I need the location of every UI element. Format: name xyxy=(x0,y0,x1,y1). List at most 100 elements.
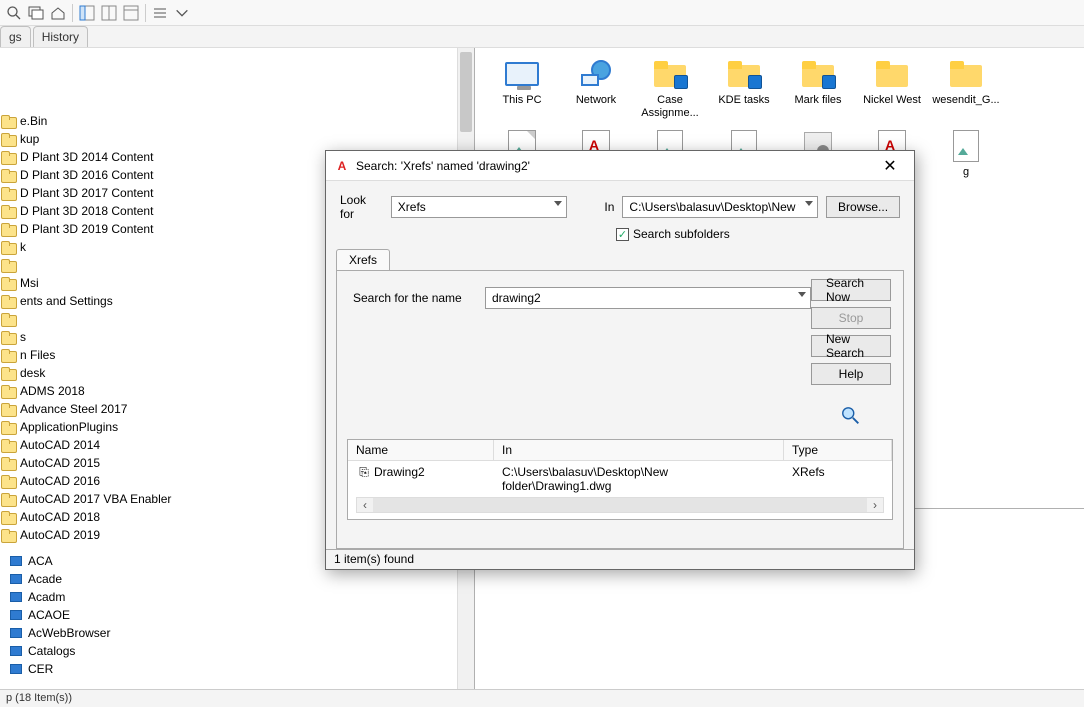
stop-button: Stop xyxy=(811,307,891,329)
folder-icon xyxy=(0,438,16,452)
folder-icon xyxy=(0,168,16,182)
chevron-down-icon xyxy=(805,201,813,206)
search-name-label: Search for the name xyxy=(353,291,473,305)
folder-icon xyxy=(0,204,16,218)
desktop-label: wesendit_G... xyxy=(932,94,999,107)
folder-badge-icon xyxy=(726,58,762,90)
chevron-down-icon xyxy=(798,292,806,297)
browse-button[interactable]: Browse... xyxy=(826,196,900,218)
desktop-label: Nickel West xyxy=(863,94,921,107)
dialog-titlebar: A Search: 'Xrefs' named 'drawing2' ✕ xyxy=(326,151,914,181)
xml-icon xyxy=(948,130,984,162)
window-icon[interactable] xyxy=(26,3,46,23)
tree-item[interactable]: CER xyxy=(8,660,456,678)
dialog-title: Search: 'Xrefs' named 'drawing2' xyxy=(356,159,870,173)
in-path-value: C:\Users\balasuv\Desktop\New folde xyxy=(629,200,799,214)
close-icon[interactable]: ✕ xyxy=(870,152,910,180)
tree-item[interactable]: Acade xyxy=(8,570,456,588)
col-name[interactable]: Name xyxy=(348,440,494,460)
tab-xrefs[interactable]: Xrefs xyxy=(336,249,390,270)
folder-icon xyxy=(8,662,24,676)
desktop-item[interactable]: KDE tasks xyxy=(707,58,781,120)
checkbox-label: Search subfolders xyxy=(633,227,730,241)
folder-icon xyxy=(0,474,16,488)
folder-icon xyxy=(0,276,16,290)
in-path-combo[interactable]: C:\Users\balasuv\Desktop\New folde xyxy=(622,196,818,218)
result-type: XRefs xyxy=(784,463,892,495)
view-detail-icon[interactable] xyxy=(121,3,141,23)
horizontal-scrollbar[interactable]: ‹ › xyxy=(356,497,884,513)
folder-icon xyxy=(0,150,16,164)
results-row[interactable]: ⎘Drawing2 C:\Users\balasuv\Desktop\New f… xyxy=(348,461,892,497)
search-name-combo[interactable]: drawing2 xyxy=(485,287,811,309)
desktop-label: This PC xyxy=(502,94,541,107)
folder-icon xyxy=(8,572,24,586)
in-label: In xyxy=(604,200,614,214)
desktop-item[interactable]: g xyxy=(929,130,1003,192)
desktop-label: Network xyxy=(576,94,616,107)
chevron-right-icon[interactable]: › xyxy=(867,498,883,512)
col-in[interactable]: In xyxy=(494,440,784,460)
search-now-button[interactable]: Search Now xyxy=(811,279,891,301)
folder-icon xyxy=(0,114,16,128)
folder-icon xyxy=(948,58,984,90)
folder-icon xyxy=(874,58,910,90)
tree-item[interactable]: Catalogs xyxy=(8,642,456,660)
folder-icon xyxy=(0,312,16,326)
tabs-bar: gs History xyxy=(0,26,1084,48)
folder-icon xyxy=(0,456,16,470)
folder-badge-icon xyxy=(800,58,836,90)
search-dialog: A Search: 'Xrefs' named 'drawing2' ✕ Loo… xyxy=(325,150,915,570)
result-in: C:\Users\balasuv\Desktop\New folder\Draw… xyxy=(494,463,784,495)
folder-badge-icon xyxy=(652,58,688,90)
search-icon[interactable] xyxy=(4,3,24,23)
tab[interactable]: History xyxy=(33,26,88,47)
xref-icon: ⎘ xyxy=(356,465,372,480)
folder-icon xyxy=(0,528,16,542)
view-split-icon[interactable] xyxy=(99,3,119,23)
folder-icon xyxy=(0,384,16,398)
desktop-item[interactable]: wesendit_G... xyxy=(929,58,1003,120)
folder-icon xyxy=(8,608,24,622)
search-name-value: drawing2 xyxy=(492,291,541,305)
tree-item[interactable]: AcWebBrowser xyxy=(8,624,456,642)
dialog-status: 1 item(s) found xyxy=(326,549,914,569)
tree-item[interactable]: Acadm xyxy=(8,588,456,606)
folder-icon xyxy=(0,222,16,236)
desktop-item[interactable]: Mark files xyxy=(781,58,855,120)
look-for-label: Look for xyxy=(340,193,383,221)
desktop-item[interactable]: Network xyxy=(559,58,633,120)
results-list: Name In Type ⎘Drawing2 C:\Users\balasuv\… xyxy=(347,439,893,520)
folder-icon xyxy=(8,644,24,658)
tree-item[interactable]: e.Bin xyxy=(0,112,456,130)
pc-icon xyxy=(504,58,540,90)
desktop-item[interactable]: Case Assignme... xyxy=(633,58,707,120)
tab[interactable]: gs xyxy=(0,26,31,47)
app-icon: A xyxy=(334,158,350,174)
search-subfolders-checkbox[interactable]: ✓ Search subfolders xyxy=(326,225,914,249)
net-icon xyxy=(578,58,614,90)
checkbox-icon: ✓ xyxy=(616,228,629,241)
view-tree-icon[interactable] xyxy=(77,3,97,23)
tree-item[interactable]: kup xyxy=(0,130,456,148)
look-for-combo[interactable]: Xrefs xyxy=(391,196,567,218)
desktop-label: Case Assignme... xyxy=(633,94,707,120)
desktop-item[interactable]: Nickel West xyxy=(855,58,929,120)
col-type[interactable]: Type xyxy=(784,440,892,460)
top-toolbar xyxy=(0,0,1084,26)
desktop-item[interactable]: This PC xyxy=(485,58,559,120)
desktop-label: KDE tasks xyxy=(718,94,769,107)
folder-icon xyxy=(0,258,16,272)
new-search-button[interactable]: New Search xyxy=(811,335,891,357)
folder-icon xyxy=(8,626,24,640)
help-button[interactable]: Help xyxy=(811,363,891,385)
dropdown-icon[interactable] xyxy=(172,3,192,23)
magnifier-icon xyxy=(840,405,862,430)
chevron-left-icon[interactable]: ‹ xyxy=(357,498,373,512)
tree-item[interactable]: ACAOE xyxy=(8,606,456,624)
view-list-icon[interactable] xyxy=(150,3,170,23)
desktop-label: Mark files xyxy=(794,94,841,107)
folder-icon xyxy=(0,366,16,380)
desktop-label: g xyxy=(963,166,969,179)
home-icon[interactable] xyxy=(48,3,68,23)
